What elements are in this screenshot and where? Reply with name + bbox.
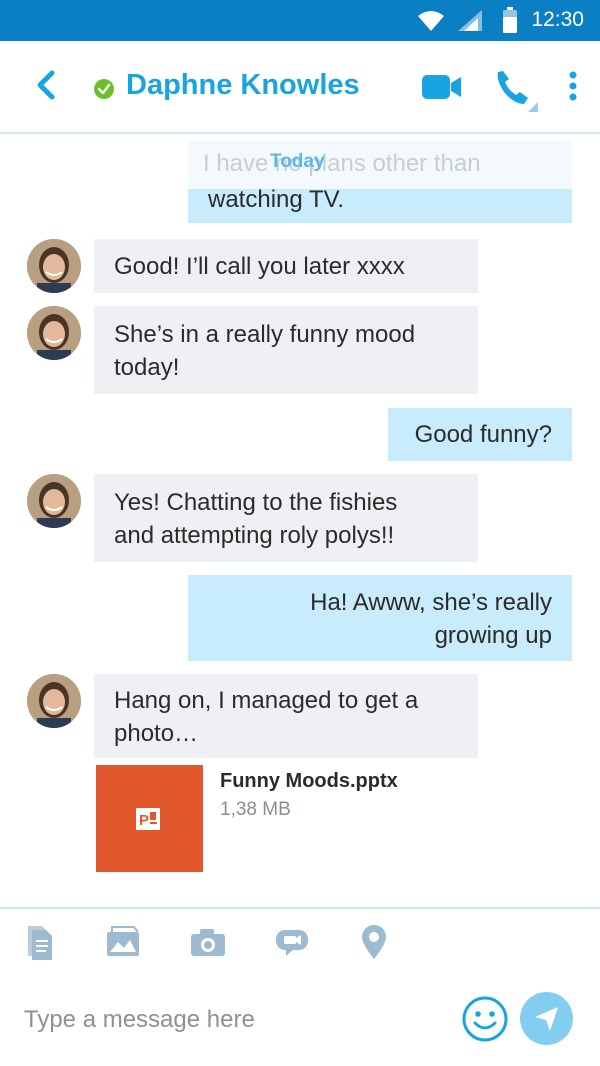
file-name: Funny Moods.pptx <box>220 770 398 792</box>
video-message-icon[interactable] <box>272 922 312 962</box>
file-thumbnail: P <box>96 765 203 872</box>
message-bubble-incoming[interactable]: Yes! Chatting to the fishies and attempt… <box>94 474 478 562</box>
file-size: 1,38 MB <box>220 799 291 820</box>
clock-time: 12:30 <box>531 8 584 31</box>
phone-icon[interactable] <box>494 68 540 114</box>
more-vertical-icon[interactable] <box>566 70 580 104</box>
message-text: Good! I’ll call you later xxxx <box>114 253 405 280</box>
camera-icon[interactable] <box>188 922 228 962</box>
message-input[interactable] <box>24 998 444 1042</box>
presence-online-icon <box>94 79 114 99</box>
svg-text:P: P <box>139 812 149 829</box>
message-text: Good funny? <box>414 421 552 448</box>
video-camera-icon[interactable] <box>422 73 462 101</box>
file-attachment[interactable]: P Funny Moods.pptx 1,38 MB <box>96 765 516 873</box>
location-pin-icon[interactable] <box>354 922 394 962</box>
status-bar: 12:30 <box>0 0 600 41</box>
conversation-header: Daphne Knowles <box>0 41 600 134</box>
message-list[interactable]: watching TV. I have no plans other than … <box>0 133 600 908</box>
contact-name[interactable]: Daphne Knowles <box>126 69 360 102</box>
message-text-line: Yes! Chatting to the fishies <box>114 489 398 516</box>
message-bubble-outgoing[interactable]: Good funny? <box>388 408 572 461</box>
message-text-line: photo… <box>114 720 199 747</box>
document-icon[interactable] <box>22 922 62 962</box>
message-text-line: and attempting roly polys!! <box>114 522 395 549</box>
back-arrow-icon[interactable] <box>32 65 62 105</box>
contact-avatar[interactable] <box>27 474 81 528</box>
wifi-icon <box>418 11 444 31</box>
message-text-line: today! <box>114 354 180 381</box>
compose-divider <box>0 907 600 909</box>
avatar-photo <box>27 674 81 728</box>
message-text-line: Hang on, I managed to get a <box>114 687 419 714</box>
emoji-smiley-icon[interactable] <box>461 995 509 1043</box>
faded-message-preview: I have no plans other than <box>203 150 481 177</box>
avatar-photo <box>27 306 81 360</box>
message-bubble-incoming[interactable]: Good! I’ll call you later xxxx <box>94 239 478 293</box>
message-bubble-incoming[interactable]: She’s in a really funny mood today! <box>94 306 478 394</box>
powerpoint-icon: P <box>136 808 160 830</box>
message-text-line: growing up <box>434 622 552 649</box>
avatar-photo <box>27 239 81 293</box>
send-arrow-icon <box>535 1007 558 1031</box>
cell-signal-icon <box>458 10 482 31</box>
avatar-photo <box>27 474 81 528</box>
contact-avatar[interactable] <box>27 674 81 728</box>
message-bubble-incoming[interactable]: Hang on, I managed to get a photo… <box>94 674 478 758</box>
message-text-line: She’s in a really funny mood <box>114 321 416 348</box>
send-button[interactable] <box>520 992 573 1045</box>
message-text: watching TV. <box>208 186 345 213</box>
contact-avatar[interactable] <box>27 306 81 360</box>
date-separator: Today <box>270 151 325 172</box>
message-text-line: Ha! Awww, she’s really <box>310 589 552 616</box>
message-bubble-outgoing[interactable]: Ha! Awww, she’s really growing up <box>188 575 572 661</box>
contact-avatar[interactable] <box>27 239 81 293</box>
battery-icon <box>503 7 517 33</box>
image-gallery-icon[interactable] <box>104 922 144 962</box>
